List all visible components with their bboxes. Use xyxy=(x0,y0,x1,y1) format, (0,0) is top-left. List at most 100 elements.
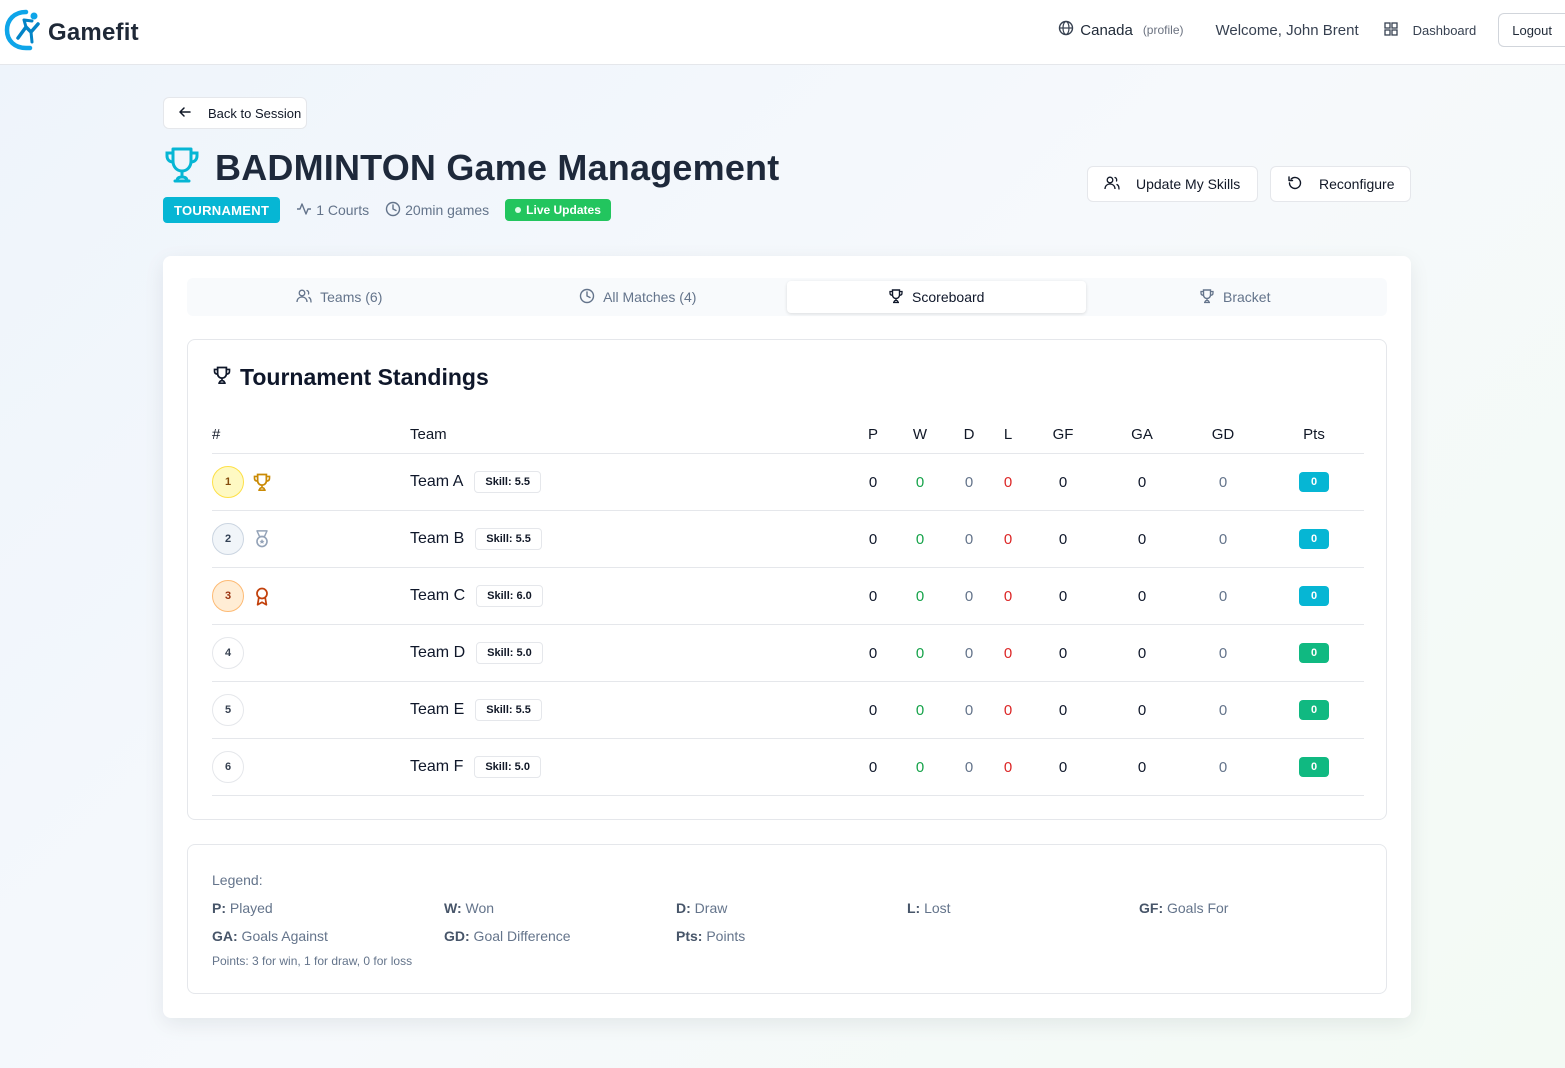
won-value: 0 xyxy=(915,701,925,719)
country-selector[interactable]: Canada (profile) xyxy=(1058,20,1184,40)
points-badge: 0 xyxy=(1299,700,1329,720)
col-won: W xyxy=(912,426,928,443)
legend-item: GF: Goals For xyxy=(1139,900,1228,916)
tab-label: All Matches (4) xyxy=(603,289,697,305)
tab-teams[interactable]: Teams (6) xyxy=(190,281,489,313)
dashboard-label: Dashboard xyxy=(1412,22,1477,38)
clock-icon xyxy=(579,288,603,307)
trophy-icon xyxy=(163,145,201,190)
played-value: 0 xyxy=(868,644,878,662)
points-badge: 0 xyxy=(1299,586,1329,606)
logo[interactable]: Gamefit xyxy=(4,8,139,57)
trophy-icon xyxy=(252,472,272,492)
won-value: 0 xyxy=(915,473,925,491)
tab-label: Teams (6) xyxy=(320,289,383,305)
trophy-icon xyxy=(212,364,240,391)
tab-bracket[interactable]: Bracket xyxy=(1086,281,1385,313)
lost-value: 0 xyxy=(1003,530,1013,548)
skill-badge: Skill: 5.5 xyxy=(475,528,542,550)
legend-item: W: Won xyxy=(444,900,494,916)
top-navbar: Gamefit Canada (profile) Welcome, John B… xyxy=(0,0,1565,65)
col-goal-difference: GD xyxy=(1211,426,1235,443)
team-cell: Team C Skill: 6.0 xyxy=(410,568,810,624)
lost-value: 0 xyxy=(1003,701,1013,719)
team-cell: Team F Skill: 5.0 xyxy=(410,739,810,795)
table-row: 3 Team C Skill: 6.0 0 0 0 0 0 0 0 0 xyxy=(212,568,1364,625)
rank-cell: 2 xyxy=(212,511,392,567)
back-to-session-button[interactable]: Back to Session xyxy=(163,97,307,129)
team-name: Team A xyxy=(410,473,464,490)
legend-key: GA: xyxy=(212,928,238,944)
tab-scoreboard[interactable]: Scoreboard xyxy=(787,281,1086,313)
team-name: Team D xyxy=(410,644,466,661)
team-cell: Team E Skill: 5.5 xyxy=(410,682,810,738)
legend-item: L: Lost xyxy=(907,900,951,916)
rank-badge: 2 xyxy=(212,523,244,555)
played-value: 0 xyxy=(868,701,878,719)
col-goals-for: GF xyxy=(1052,426,1074,443)
lost-value: 0 xyxy=(1003,758,1013,776)
country-name: Canada xyxy=(1080,21,1133,39)
live-updates-badge: Live Updates xyxy=(505,199,611,221)
goals-against-value: 0 xyxy=(1137,758,1147,776)
legend-text: Won xyxy=(461,900,495,916)
goal-difference-value: 0 xyxy=(1218,758,1228,776)
game-length-info: 20min games xyxy=(385,201,489,220)
rank-badge: 3 xyxy=(212,580,244,612)
rank-cell: 1 xyxy=(212,454,392,510)
tab-all-matches[interactable]: All Matches (4) xyxy=(489,281,788,313)
live-label: Live Updates xyxy=(526,203,601,217)
draw-value: 0 xyxy=(964,473,974,491)
rank-cell: 6 xyxy=(212,739,392,795)
dashboard-grid-icon xyxy=(1383,21,1413,40)
goals-for-value: 0 xyxy=(1058,530,1068,548)
team-name: Team C xyxy=(410,587,466,604)
lost-value: 0 xyxy=(1003,644,1013,662)
table-row: 2 Team B Skill: 5.5 0 0 0 0 0 0 0 0 xyxy=(212,511,1364,568)
played-value: 0 xyxy=(868,758,878,776)
game-length-label: 20min games xyxy=(405,202,490,218)
goals-for-value: 0 xyxy=(1058,587,1068,605)
table-header: # Team P W D L GF GA GD Pts xyxy=(212,416,1364,454)
update-skills-button[interactable]: Update My Skills xyxy=(1087,166,1258,202)
trophy-icon xyxy=(1199,288,1223,307)
legend-key: GD: xyxy=(444,928,470,944)
team-name: Team B xyxy=(410,530,465,547)
standings-title: Tournament Standings xyxy=(212,364,489,391)
courts-info: 1 Courts xyxy=(296,201,369,220)
nav-right: Canada (profile) Welcome, John Brent Das… xyxy=(1058,13,1565,47)
goals-for-value: 0 xyxy=(1058,701,1068,719)
update-skills-label: Update My Skills xyxy=(1136,176,1241,192)
main-card: Teams (6) All Matches (4) Scoreboard Bra… xyxy=(163,256,1411,1018)
users-icon xyxy=(1104,175,1136,194)
played-value: 0 xyxy=(868,473,878,491)
legend-key: P: xyxy=(212,900,226,916)
col-played: P xyxy=(867,426,878,443)
legend-key: W: xyxy=(444,900,462,916)
legend-text: Goals Against xyxy=(237,928,328,944)
table-row: 6 Team F Skill: 5.0 0 0 0 0 0 0 0 0 xyxy=(212,739,1364,796)
draw-value: 0 xyxy=(964,530,974,548)
goals-for-value: 0 xyxy=(1058,644,1068,662)
legend-text: Goal Difference xyxy=(469,928,571,944)
profile-link[interactable]: (profile) xyxy=(1143,23,1184,37)
points-badge: 0 xyxy=(1299,472,1329,492)
legend-text: Played xyxy=(226,900,273,916)
award-icon xyxy=(252,586,272,606)
logo-icon xyxy=(4,8,44,57)
rank-cell: 4 xyxy=(212,625,392,681)
col-team: Team xyxy=(410,426,447,443)
points-badge: 0 xyxy=(1299,643,1329,663)
users-icon xyxy=(296,288,320,307)
rank-badge: 4 xyxy=(212,637,244,669)
logout-button[interactable]: Logout xyxy=(1498,13,1565,47)
legend-item: Pts: Points xyxy=(676,928,745,944)
back-label: Back to Session xyxy=(208,105,302,121)
table-row: 1 Team A Skill: 5.5 0 0 0 0 0 0 0 0 xyxy=(212,454,1364,511)
tab-label: Bracket xyxy=(1223,289,1271,305)
reconfigure-button[interactable]: Reconfigure xyxy=(1270,166,1411,202)
session-meta: TOURNAMENT 1 Courts 20min games Live Upd… xyxy=(163,197,611,223)
dashboard-link[interactable]: Dashboard xyxy=(1383,21,1477,40)
page-title: BADMINTON Game Management xyxy=(215,146,780,188)
rank-badge: 1 xyxy=(212,466,244,498)
